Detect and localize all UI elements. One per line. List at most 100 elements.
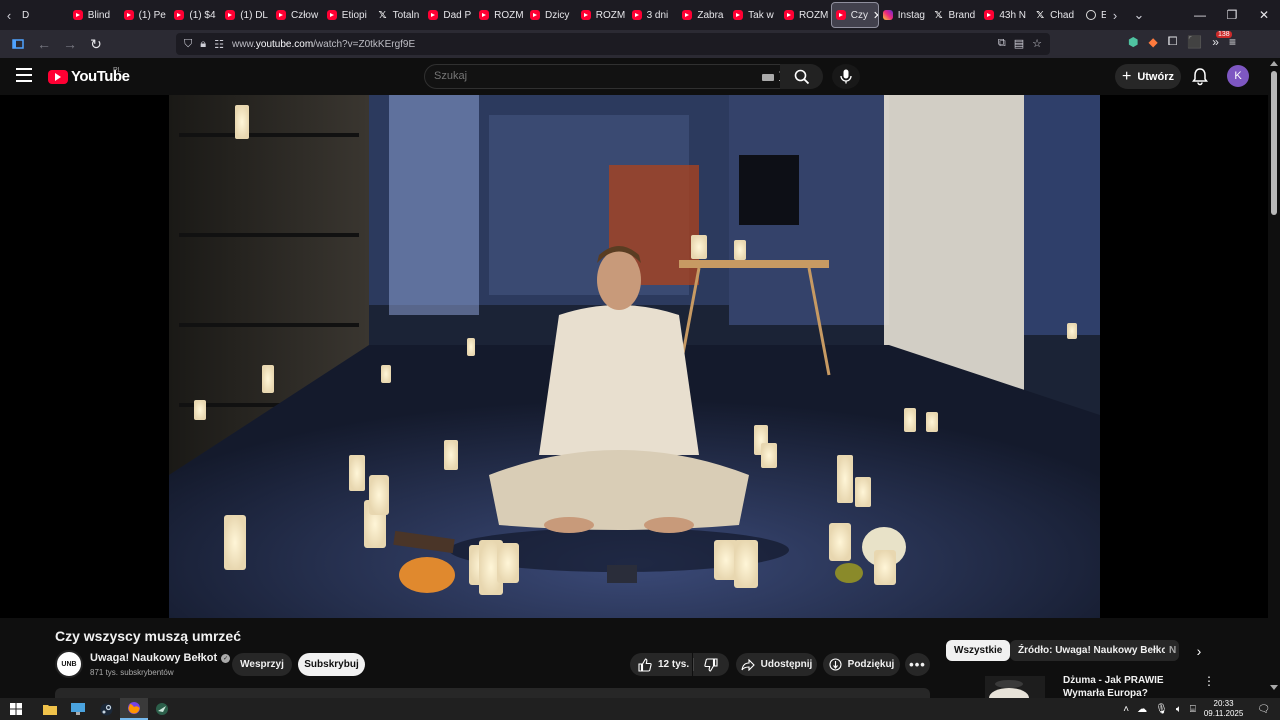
- file-explorer-icon[interactable]: [36, 698, 64, 720]
- youtube-icon: [174, 10, 185, 20]
- recommendation-thumbnail[interactable]: [985, 676, 1045, 698]
- windows-start-icon[interactable]: [2, 698, 30, 720]
- notifications-bell-icon[interactable]: [1190, 66, 1210, 86]
- tray-chevron-up-icon[interactable]: ˄: [1123, 704, 1129, 715]
- vpn-extension-icon[interactable]: ⬢: [1128, 35, 1138, 49]
- bookmark-star-icon[interactable]: ☆: [1032, 37, 1042, 50]
- tab-label: ROZM: [798, 9, 829, 21]
- extensions-puzzle-icon[interactable]: ⧠: [1168, 34, 1178, 49]
- youtube-icon: [580, 10, 591, 20]
- tab-strip: D Blind (1) Pe (1) $4 (1) DL Człow Etiopi 𝕏 Tota…: [18, 0, 1106, 30]
- browser-tab[interactable]: Człow: [272, 2, 323, 28]
- close-window-icon[interactable]: ✕: [1248, 8, 1280, 22]
- youtube-icon: [479, 10, 490, 20]
- share-button[interactable]: Udostępnij: [736, 653, 817, 676]
- recommendation-title[interactable]: Dżuma - Jak PRAWIE Wymarła Europa?: [1063, 674, 1193, 698]
- recommendation-menu-icon[interactable]: ⋮: [1203, 674, 1215, 688]
- tabs-scroll-right-icon[interactable]: ›: [1106, 0, 1124, 30]
- system-clock[interactable]: 20:33 09.11.2025: [1204, 699, 1243, 719]
- fox-extension-icon[interactable]: ◆: [1148, 35, 1157, 49]
- steam-icon[interactable]: [92, 698, 120, 720]
- network-icon[interactable]: ⌸: [1190, 704, 1196, 715]
- scrollbar-thumb[interactable]: [1271, 71, 1277, 215]
- extensions-row: ⬢ ◆ ⧠ ⬛ » ≡ 138: [1128, 31, 1236, 49]
- browser-tab[interactable]: ROZM: [577, 2, 628, 28]
- search-input[interactable]: [434, 70, 734, 82]
- minimize-icon[interactable]: —: [1184, 8, 1216, 22]
- forward-arrow-icon[interactable]: →: [58, 32, 82, 56]
- reader-view-icon[interactable]: ▤: [1014, 37, 1024, 50]
- browser-tab[interactable]: Dzicy: [526, 2, 577, 28]
- lock-icon[interactable]: 🔒︎: [200, 38, 206, 51]
- browser-tab[interactable]: 43h N: [980, 2, 1031, 28]
- onedrive-cloud-icon[interactable]: ☁: [1137, 704, 1147, 715]
- back-arrow-icon[interactable]: ←: [32, 32, 56, 56]
- thanks-button[interactable]: Podziękuj: [823, 653, 900, 676]
- computer-icon[interactable]: [64, 698, 92, 720]
- channel-name-link[interactable]: Uwaga! Naukowy Bełkot ✓: [90, 652, 231, 664]
- picture-in-picture-icon[interactable]: ⧉: [998, 37, 1006, 50]
- browser-tab[interactable]: D: [18, 2, 69, 28]
- support-button[interactable]: Wesprzyj: [232, 653, 292, 676]
- browser-tab[interactable]: 𝕏 Chad: [1031, 2, 1082, 28]
- browser-tab[interactable]: Dad P: [424, 2, 475, 28]
- chip-source[interactable]: Źródło: Uwaga! Naukowy Bełkot: [1010, 640, 1179, 661]
- browser-tab[interactable]: (1) Pe: [120, 2, 171, 28]
- create-button[interactable]: + Utwórz: [1115, 64, 1181, 89]
- description-box[interactable]: [55, 688, 930, 698]
- share-arrow-icon: [741, 658, 755, 671]
- chips-next-arrow-icon[interactable]: ›: [1190, 642, 1208, 660]
- browser-tab[interactable]: Blind: [69, 2, 120, 28]
- browser-tab[interactable]: Etiopi: [323, 2, 374, 28]
- browser-tab[interactable]: Czy ✕: [830, 2, 879, 28]
- url-path: /watch?v=Z0tkKErgf9E: [313, 38, 416, 50]
- scroll-up-arrow-icon[interactable]: [1270, 61, 1278, 66]
- scroll-down-arrow-icon[interactable]: [1270, 685, 1278, 690]
- tab-label: Blind: [87, 9, 111, 21]
- permissions-icon[interactable]: ☷: [214, 38, 224, 51]
- dislike-button[interactable]: [693, 653, 729, 676]
- more-actions-button[interactable]: •••: [905, 653, 930, 676]
- like-button[interactable]: 12 tys.: [630, 653, 692, 676]
- browser-tab[interactable]: (1) DL: [221, 2, 272, 28]
- chip-next[interactable]: N: [1165, 640, 1179, 661]
- keyboard-icon[interactable]: [762, 74, 774, 81]
- browser-tab[interactable]: (1) $4: [170, 2, 221, 28]
- browser-tab[interactable]: Tak w: [729, 2, 780, 28]
- hamburger-menu-icon[interactable]: [16, 68, 32, 82]
- search-box[interactable]: Ꮖ: [424, 64, 788, 89]
- sidebar-toggle-icon[interactable]: [6, 32, 30, 56]
- browser-tab[interactable]: 3 dni: [628, 2, 679, 28]
- chip-all[interactable]: Wszystkie: [946, 640, 1011, 661]
- volume-icon[interactable]: 🔈︎: [1176, 704, 1182, 715]
- tab-list-dropdown-icon[interactable]: ⌄: [1124, 0, 1154, 30]
- channel-avatar[interactable]: UNB: [55, 650, 83, 678]
- notifications-icon[interactable]: 🗨︎: [1257, 704, 1270, 715]
- search-button[interactable]: [780, 64, 823, 89]
- share-label: Udostępnij: [760, 659, 813, 670]
- browser-tab[interactable]: ROZM: [780, 2, 831, 28]
- voice-search-button[interactable]: [832, 64, 860, 89]
- firefox-icon[interactable]: [120, 698, 148, 720]
- browser-tab[interactable]: 𝕏 Brand: [930, 2, 981, 28]
- browser-tab[interactable]: 𝕏 Totaln: [374, 2, 425, 28]
- subscribe-button[interactable]: Subskrybuj: [298, 653, 365, 676]
- video-player[interactable]: [169, 95, 1100, 618]
- page-scrollbar[interactable]: [1268, 58, 1280, 698]
- clock-date: 09.11.2025: [1203, 709, 1244, 718]
- browser-tab[interactable]: Europ: [1082, 2, 1106, 28]
- tracking-shield-icon[interactable]: ⛉: [184, 38, 192, 51]
- browser-tab[interactable]: ROZM: [475, 2, 526, 28]
- close-tab-icon[interactable]: ✕: [873, 9, 878, 22]
- microphone-tray-icon[interactable]: 🎙︎: [1155, 704, 1168, 715]
- reload-icon[interactable]: ↻: [84, 32, 108, 56]
- app-bird-icon[interactable]: [148, 698, 176, 720]
- restore-icon[interactable]: ❐: [1216, 8, 1248, 22]
- browser-tab[interactable]: Instag: [879, 2, 930, 28]
- adblock-extension-icon[interactable]: ⬛: [1187, 35, 1202, 49]
- account-avatar[interactable]: K: [1227, 65, 1249, 87]
- channel-name: Uwaga! Naukowy Bełkot: [90, 652, 218, 664]
- browser-tab[interactable]: Zabra: [678, 2, 729, 28]
- tabs-scroll-left-icon[interactable]: ‹: [0, 0, 18, 30]
- address-bar[interactable]: ⛉ 🔒︎ ☷ www.youtube.com/watch?v=Z0tkKErgf…: [176, 33, 1050, 55]
